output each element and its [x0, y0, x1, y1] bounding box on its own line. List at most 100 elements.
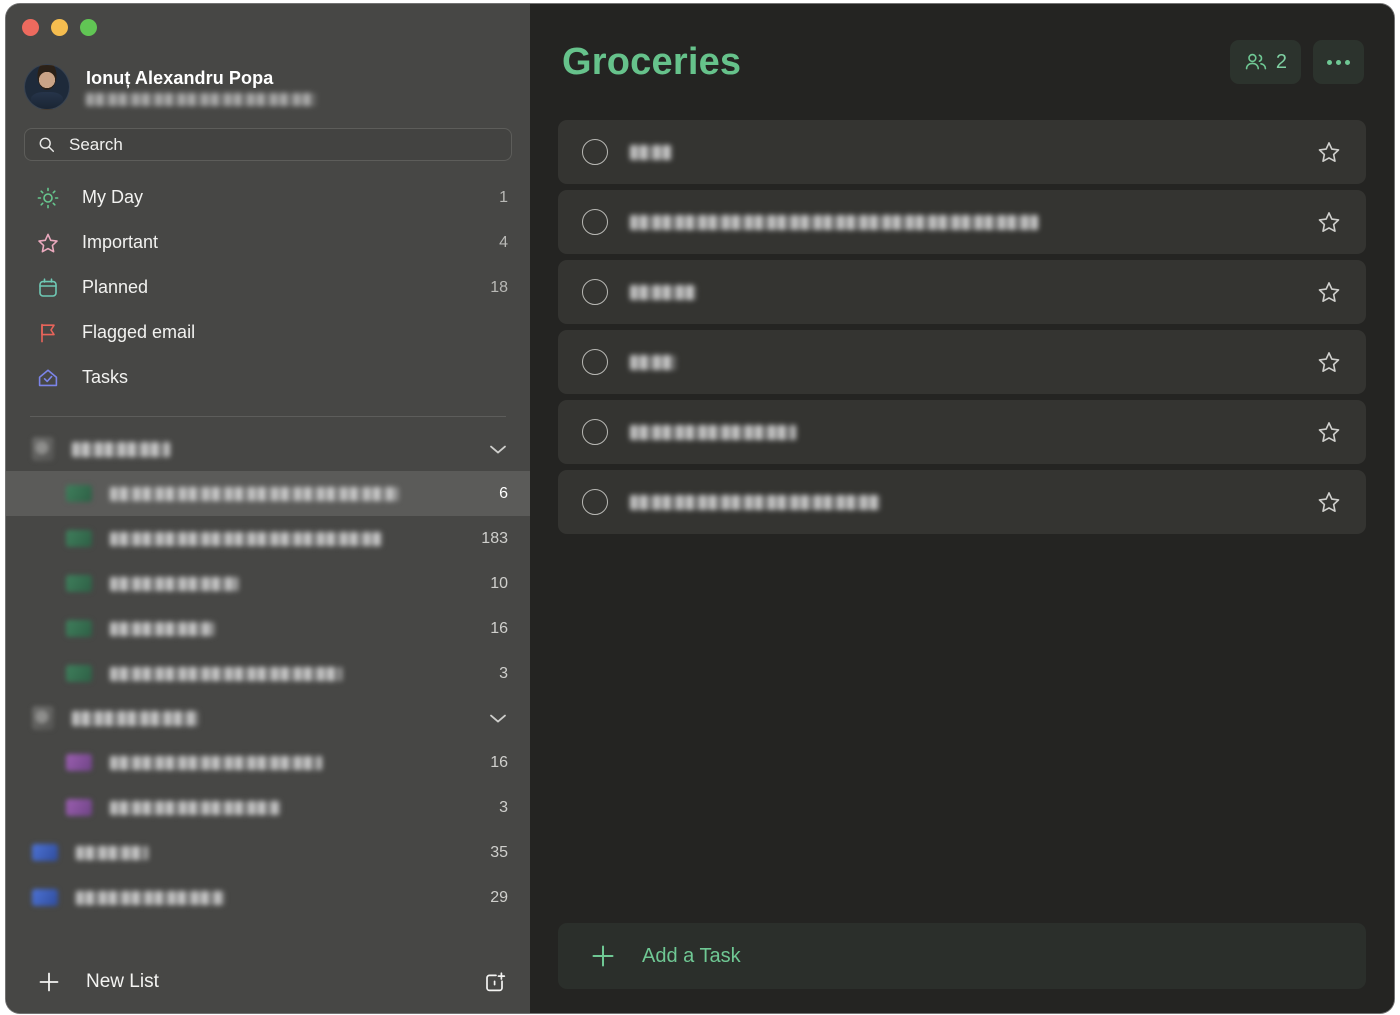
list-item[interactable]: 6: [6, 471, 530, 516]
list-count: 35: [490, 843, 508, 861]
sidebar-item-my-day[interactable]: My Day 1: [6, 175, 530, 220]
list-item[interactable]: 29: [6, 875, 530, 920]
profile-email-redacted: [86, 93, 316, 106]
sidebar-item-label: Flagged email: [82, 322, 196, 342]
add-task-label: Add a Task: [642, 944, 741, 967]
star-icon: [36, 231, 60, 255]
star-icon[interactable]: [1316, 279, 1342, 305]
sidebar-divider: [30, 416, 506, 417]
search-icon: [38, 136, 55, 153]
search-placeholder: Search: [69, 134, 123, 154]
more-options-button[interactable]: [1313, 40, 1364, 84]
list-item[interactable]: 3: [6, 785, 530, 830]
flag-icon: [36, 321, 60, 345]
task-row[interactable]: [558, 260, 1366, 324]
share-count: 2: [1275, 50, 1287, 73]
task-checkbox[interactable]: [582, 419, 608, 445]
list-name-redacted: [110, 531, 382, 546]
sidebar-item-label: Planned: [82, 277, 149, 297]
task-row[interactable]: [558, 330, 1366, 394]
group-icon: [32, 706, 54, 730]
sidebar-item-label: My Day: [82, 187, 144, 207]
list-item[interactable]: 35: [6, 830, 530, 875]
task-title-redacted: [630, 354, 676, 370]
star-icon[interactable]: [1316, 419, 1342, 445]
new-list-button[interactable]: New List: [6, 949, 530, 1013]
list-count: 3: [499, 798, 508, 816]
sidebar-item-count: 18: [490, 278, 508, 296]
minimize-button[interactable]: [51, 18, 68, 36]
search-input[interactable]: Search: [24, 128, 512, 161]
star-icon[interactable]: [1316, 209, 1342, 235]
window-traffic-lights: [6, 4, 530, 50]
group-name-redacted: [72, 710, 198, 726]
list-count: 29: [490, 888, 508, 906]
list-item[interactable]: 16: [6, 740, 530, 785]
share-button[interactable]: 2: [1229, 40, 1301, 84]
task-title-redacted: [630, 424, 796, 440]
task-checkbox[interactable]: [582, 279, 608, 305]
task-title-redacted: [630, 214, 1038, 230]
people-icon: [1244, 51, 1268, 73]
house-check-icon: [36, 366, 60, 390]
task-list-empty-space: [530, 534, 1394, 923]
add-task-button[interactable]: Add a Task: [558, 923, 1366, 989]
chevron-down-icon[interactable]: [488, 712, 508, 725]
list-group-header[interactable]: [6, 427, 530, 471]
sidebar-item-flagged-email[interactable]: Flagged email: [6, 310, 530, 355]
list-name-redacted: [110, 666, 342, 681]
task-title-redacted: [630, 144, 672, 160]
sidebar-item-planned[interactable]: Planned 18: [6, 265, 530, 310]
list-count: 16: [490, 753, 508, 771]
task-checkbox[interactable]: [582, 349, 608, 375]
list-item[interactable]: 3: [6, 651, 530, 696]
group-name-redacted: [72, 441, 170, 457]
task-row[interactable]: [558, 120, 1366, 184]
list-name-redacted: [110, 621, 214, 636]
list-name-redacted: [76, 890, 224, 905]
list-group-header[interactable]: [6, 696, 530, 740]
task-checkbox[interactable]: [582, 489, 608, 515]
list-item[interactable]: 10: [6, 561, 530, 606]
list-icon: [66, 799, 92, 816]
list-icon: [66, 754, 92, 771]
plus-icon: [36, 969, 62, 995]
sidebar-item-label: Important: [82, 232, 159, 252]
sidebar-item-count: 1: [499, 188, 508, 206]
task-title-redacted: [630, 284, 696, 300]
new-group-icon[interactable]: [482, 969, 508, 995]
close-button[interactable]: [22, 18, 39, 36]
plus-icon: [588, 941, 618, 971]
maximize-button[interactable]: [80, 18, 97, 36]
sidebar-item-important[interactable]: Important 4: [6, 220, 530, 265]
app-window: Ionuț Alexandru Popa Search My Day 1 Imp…: [6, 4, 1394, 1013]
sidebar-item-count: 4: [499, 233, 508, 251]
task-checkbox[interactable]: [582, 209, 608, 235]
sun-icon: [36, 186, 60, 210]
sidebar-item-tasks[interactable]: Tasks: [6, 355, 530, 400]
star-icon[interactable]: [1316, 139, 1342, 165]
user-profile[interactable]: Ionuț Alexandru Popa: [6, 50, 530, 114]
primary-nav: My Day 1 Important 4 Planned 18 Flagged …: [6, 169, 530, 400]
task-checkbox[interactable]: [582, 139, 608, 165]
task-row[interactable]: [558, 400, 1366, 464]
list-item[interactable]: 16: [6, 606, 530, 651]
list-icon: [66, 620, 92, 637]
list-section: 6 183 10 16 3 16 3 35 29: [6, 427, 530, 949]
star-icon[interactable]: [1316, 489, 1342, 515]
list-count: 6: [499, 484, 508, 502]
task-row[interactable]: [558, 190, 1366, 254]
list-icon: [32, 844, 58, 861]
chevron-down-icon[interactable]: [488, 443, 508, 456]
task-list: [530, 120, 1394, 534]
task-row[interactable]: [558, 470, 1366, 534]
profile-name: Ionuț Alexandru Popa: [86, 68, 274, 88]
list-name-redacted: [110, 800, 280, 815]
star-icon[interactable]: [1316, 349, 1342, 375]
sidebar-item-label: Tasks: [82, 367, 129, 387]
list-name-redacted: [76, 845, 148, 860]
list-item[interactable]: 183: [6, 516, 530, 561]
calendar-icon: [36, 276, 60, 300]
list-icon: [66, 530, 92, 547]
page-title: Groceries: [562, 40, 742, 83]
